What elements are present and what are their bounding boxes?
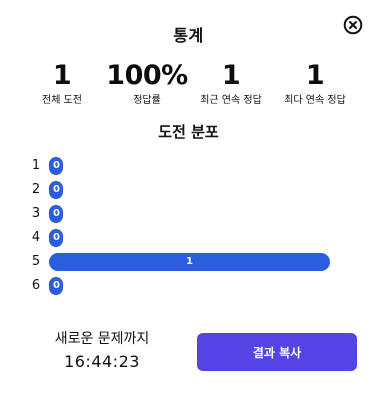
stat-value: 1 — [305, 60, 325, 91]
stat-value: 100% — [106, 60, 188, 91]
statistics-modal: 통계 1 전체 도전 100% 정답률 1 최근 연속 정답 1 최다 연속 정… — [0, 0, 377, 395]
bar-count: 0 — [53, 208, 60, 219]
stat-value: 1 — [221, 60, 241, 91]
bar-count: 0 — [53, 280, 60, 291]
stat-label: 전체 도전 — [42, 95, 82, 106]
distribution-row: 2 0 — [0, 180, 377, 200]
copy-result-button[interactable]: 결과 복사 — [197, 333, 357, 371]
distribution-row: 1 0 — [0, 156, 377, 176]
stat-max-streak: 1 최다 연속 정답 — [270, 60, 360, 108]
distribution-row: 5 1 — [0, 252, 377, 272]
stats-summary: 1 전체 도전 100% 정답률 1 최근 연속 정답 1 최다 연속 정답 — [0, 60, 377, 114]
distribution-bar: 1 — [49, 253, 330, 271]
guess-number: 3 — [31, 206, 41, 221]
bar-count: 1 — [186, 256, 193, 267]
guess-number: 4 — [31, 230, 41, 245]
distribution-row: 4 0 — [0, 228, 377, 248]
stat-value: 1 — [52, 60, 72, 91]
guess-number: 6 — [31, 278, 41, 293]
close-icon[interactable] — [343, 15, 363, 35]
next-puzzle-label: 새로운 문제까지 — [54, 331, 150, 347]
bar-count: 0 — [53, 184, 60, 195]
distribution-bar: 0 — [49, 181, 63, 199]
distribution-row: 6 0 — [0, 276, 377, 296]
stat-label: 최다 연속 정답 — [284, 95, 346, 106]
stat-current-streak: 1 최근 연속 정답 — [186, 60, 276, 108]
bar-count: 0 — [53, 232, 60, 243]
modal-title: 통계 — [173, 26, 204, 45]
countdown-timer: 16:44:23 — [64, 352, 140, 371]
distribution-bar: 0 — [49, 229, 63, 247]
stat-played: 1 전체 도전 — [17, 60, 107, 108]
guess-number: 5 — [31, 254, 41, 269]
stat-label: 정답률 — [133, 95, 161, 106]
stat-label: 최근 연속 정답 — [200, 95, 262, 106]
distribution-bar: 0 — [49, 277, 63, 295]
distribution-bar: 0 — [49, 157, 63, 175]
guess-number: 1 — [31, 158, 41, 173]
bar-count: 0 — [53, 160, 60, 171]
distribution-title: 도전 분포 — [158, 123, 219, 141]
stat-win-rate: 100% 정답률 — [102, 60, 192, 108]
guess-number: 2 — [31, 182, 41, 197]
distribution-row: 3 0 — [0, 204, 377, 224]
distribution-bar: 0 — [49, 205, 63, 223]
